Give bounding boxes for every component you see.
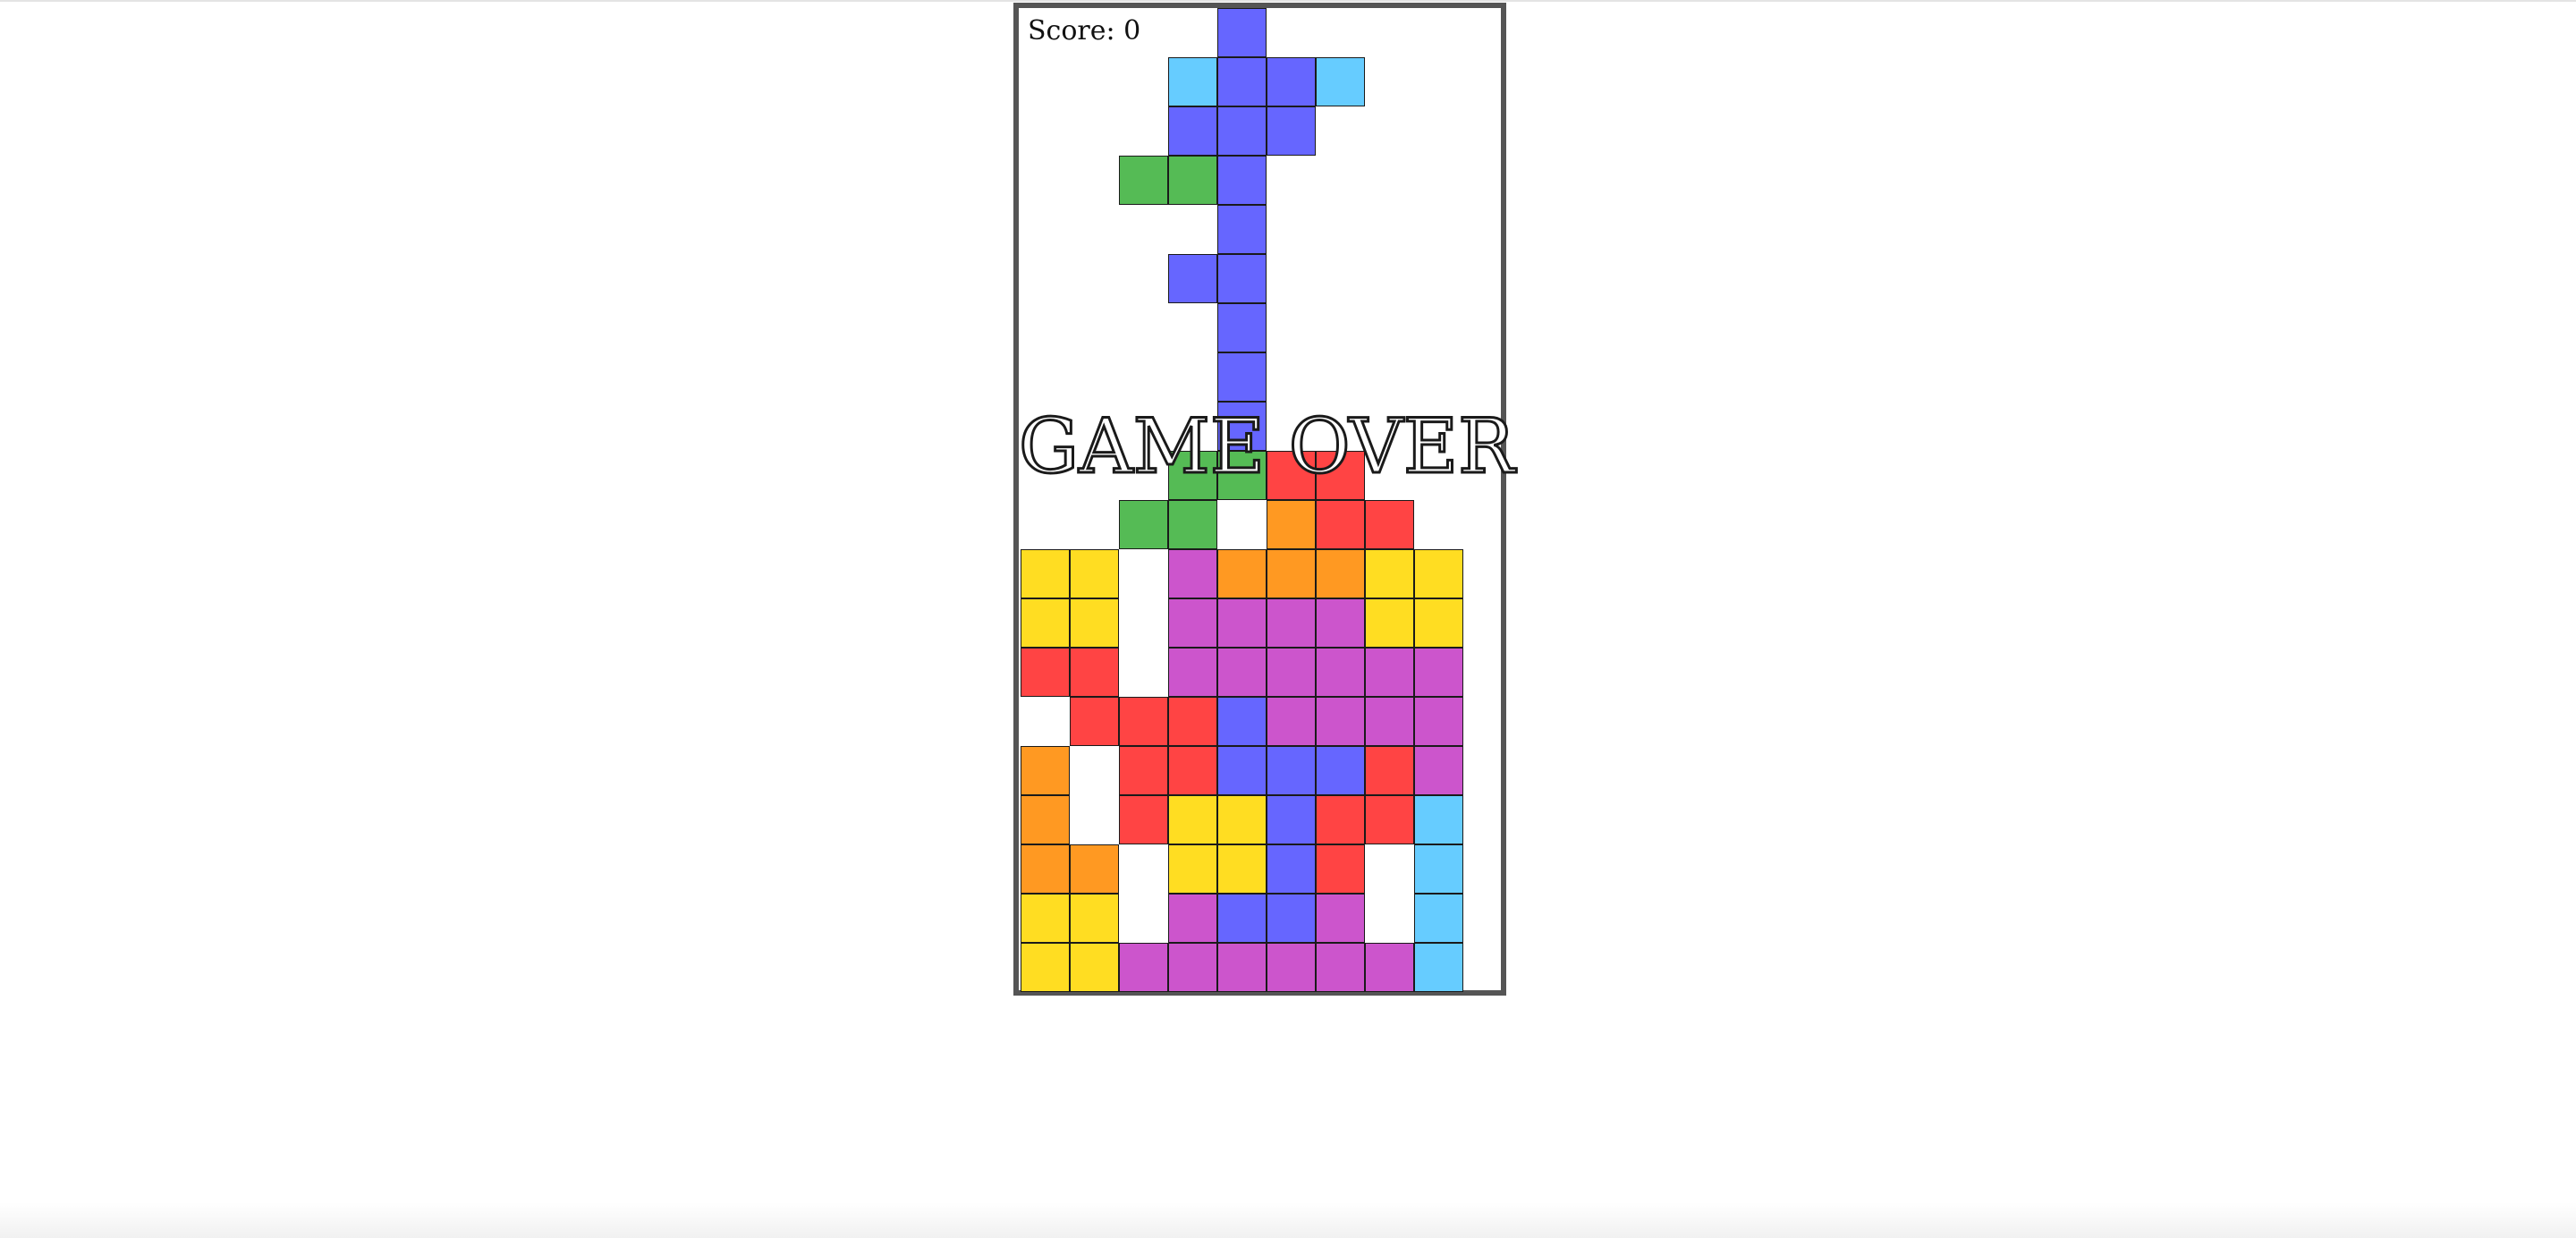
block-cell: [1168, 746, 1217, 795]
block-cell: [1316, 500, 1365, 549]
block-cell: [1070, 844, 1119, 894]
block-cell: [1070, 894, 1119, 943]
block-cell: [1168, 697, 1217, 746]
score-label: Score: 0: [1028, 15, 1141, 47]
block-cell: [1217, 894, 1267, 943]
block-cell: [1267, 795, 1316, 844]
block-cell: [1414, 844, 1463, 894]
block-cell: [1217, 57, 1267, 106]
block-cell: [1168, 57, 1217, 106]
block-cell: [1267, 648, 1316, 697]
block-cell: [1316, 598, 1365, 648]
block-cell: [1365, 746, 1414, 795]
block-cell: [1217, 598, 1267, 648]
block-cell: [1070, 648, 1119, 697]
block-cell: [1267, 549, 1316, 598]
block-cell: [1316, 697, 1365, 746]
block-cell: [1365, 648, 1414, 697]
block-cell: [1316, 549, 1365, 598]
block-cell: [1365, 697, 1414, 746]
block-cell: [1267, 894, 1316, 943]
block-cell: [1021, 943, 1070, 992]
block-cell: [1168, 106, 1217, 156]
block-cell: [1119, 500, 1168, 549]
page-bottom-shadow: [0, 1202, 2576, 1238]
block-cell: [1267, 106, 1316, 156]
block-cell: [1414, 795, 1463, 844]
block-cell: [1414, 549, 1463, 598]
block-cell: [1414, 648, 1463, 697]
block-cell: [1168, 844, 1217, 894]
block-cell: [1365, 500, 1414, 549]
block-cell: [1119, 746, 1168, 795]
block-cell: [1070, 697, 1119, 746]
block-cell: [1316, 648, 1365, 697]
block-cell: [1414, 697, 1463, 746]
block-cell: [1365, 598, 1414, 648]
block-cell: [1168, 795, 1217, 844]
block-cell: [1021, 598, 1070, 648]
block-cell: [1217, 303, 1267, 352]
block-cell: [1070, 598, 1119, 648]
game-board[interactable]: Score: 0 GAME OVER: [1013, 3, 1516, 996]
block-cell: [1021, 894, 1070, 943]
block-cell: [1217, 352, 1267, 402]
block-cell: [1316, 943, 1365, 992]
block-cell: [1365, 795, 1414, 844]
block-cell: [1021, 648, 1070, 697]
block-cell: [1414, 943, 1463, 992]
block-cell: [1316, 844, 1365, 894]
block-cell: [1119, 795, 1168, 844]
block-cell: [1168, 648, 1217, 697]
block-cell: [1316, 746, 1365, 795]
block-cell: [1267, 844, 1316, 894]
block-cell: [1119, 697, 1168, 746]
block-cell: [1316, 894, 1365, 943]
block-cell: [1217, 205, 1267, 254]
block-cell: [1217, 156, 1267, 205]
block-cell: [1021, 844, 1070, 894]
block-cell: [1021, 549, 1070, 598]
block-cell: [1267, 746, 1316, 795]
block-cell: [1021, 746, 1070, 795]
block-cell: [1021, 795, 1070, 844]
game-over-banner: GAME OVER: [1018, 402, 1516, 492]
block-cell: [1267, 943, 1316, 992]
block-cell: [1168, 943, 1217, 992]
block-cell: [1365, 549, 1414, 598]
block-cell: [1217, 254, 1267, 303]
block-cell: [1217, 648, 1267, 697]
block-cell: [1217, 844, 1267, 894]
block-cell: [1168, 598, 1217, 648]
block-cell: [1414, 894, 1463, 943]
block-cell: [1414, 746, 1463, 795]
block-cell: [1217, 943, 1267, 992]
block-cell: [1267, 598, 1316, 648]
block-cell: [1217, 106, 1267, 156]
block-cell: [1414, 598, 1463, 648]
block-cell: [1119, 943, 1168, 992]
block-cell: [1267, 57, 1316, 106]
block-cell: [1316, 57, 1365, 106]
block-cell: [1365, 943, 1414, 992]
block-cell: [1070, 943, 1119, 992]
block-cell: [1267, 500, 1316, 549]
block-cell: [1267, 697, 1316, 746]
block-cell: [1316, 795, 1365, 844]
block-cell: [1168, 549, 1217, 598]
block-cell: [1217, 8, 1267, 57]
block-cell: [1217, 746, 1267, 795]
block-cell: [1217, 549, 1267, 598]
block-cell: [1168, 254, 1217, 303]
block-cell: [1217, 795, 1267, 844]
block-cell: [1168, 500, 1217, 549]
browser-top-border: [0, 0, 2576, 2]
block-cell: [1070, 549, 1119, 598]
block-cell: [1168, 156, 1217, 205]
block-cell: [1168, 894, 1217, 943]
block-cell: [1119, 156, 1168, 205]
block-cell: [1217, 697, 1267, 746]
